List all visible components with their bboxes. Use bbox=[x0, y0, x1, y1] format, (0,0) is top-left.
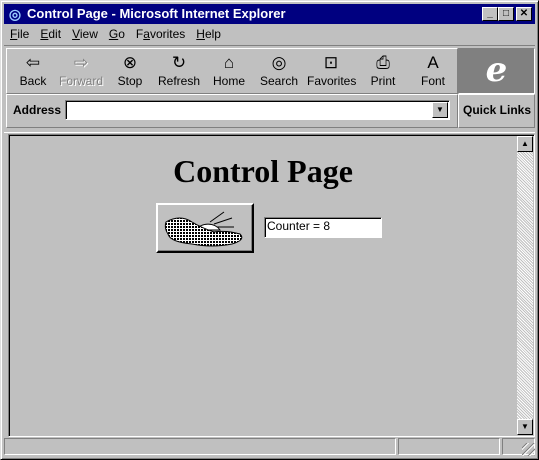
vertical-scrollbar[interactable]: ▲ ▼ bbox=[517, 136, 533, 435]
standard-toolbar: ⇦ Back ⇨ Forward ⊗ Stop ↻ Refresh ⌂ Home… bbox=[6, 48, 458, 94]
refresh-button[interactable]: ↻ Refresh bbox=[155, 49, 203, 93]
address-dropdown-button[interactable]: ▼ bbox=[432, 102, 448, 118]
stop-icon: ⊗ bbox=[122, 53, 138, 72]
stop-button[interactable]: ⊗ Stop bbox=[106, 49, 154, 93]
refresh-icon: ↻ bbox=[171, 53, 187, 72]
counter-field[interactable]: Counter = 8 bbox=[264, 217, 382, 238]
address-input[interactable] bbox=[65, 100, 450, 120]
content-area: Control Page Counter = 8 ▲ ▼ bbox=[8, 134, 535, 437]
favorites-button[interactable]: ⊡ Favorites bbox=[307, 49, 356, 93]
scroll-down-button[interactable]: ▼ bbox=[517, 419, 533, 435]
home-button[interactable]: ⌂ Home bbox=[205, 49, 253, 93]
status-bar bbox=[4, 438, 535, 456]
back-button[interactable]: ⇦ Back bbox=[9, 49, 57, 93]
menu-view[interactable]: View bbox=[66, 25, 103, 41]
ie-logo-icon: e bbox=[485, 50, 508, 90]
ie-app-icon[interactable]: ◎ bbox=[7, 6, 23, 22]
address-label: Address bbox=[13, 103, 62, 117]
menu-help[interactable]: Help bbox=[190, 25, 226, 41]
address-bar: Address ▼ bbox=[6, 94, 458, 128]
forward-arrow-icon: ⇨ bbox=[73, 53, 89, 72]
menu-bar: File Edit View Go Favorites Help bbox=[4, 25, 535, 44]
toolbar-area: ⇦ Back ⇨ Forward ⊗ Stop ↻ Refresh ⌂ Home… bbox=[4, 45, 535, 133]
browser-window: ◎ Control Page - Microsoft Internet Expl… bbox=[0, 0, 539, 460]
font-button[interactable]: A Font bbox=[409, 49, 457, 93]
menu-favorites[interactable]: Favorites bbox=[130, 25, 190, 41]
forward-button[interactable]: ⇨ Forward bbox=[57, 49, 105, 93]
font-size-icon: A bbox=[427, 53, 439, 72]
ie-throbber: e bbox=[458, 48, 535, 94]
menu-file[interactable]: File bbox=[4, 25, 34, 41]
window-title: Control Page - Microsoft Internet Explor… bbox=[27, 6, 286, 21]
close-button[interactable]: ✕ bbox=[516, 7, 532, 21]
search-icon: ◎ bbox=[271, 53, 287, 72]
back-arrow-icon: ⇦ bbox=[25, 53, 41, 72]
web-page: Control Page Counter = 8 bbox=[11, 137, 515, 434]
quick-links-bar[interactable]: Quick Links bbox=[458, 94, 535, 128]
search-button[interactable]: ◎ Search bbox=[255, 49, 303, 93]
status-text-panel bbox=[4, 438, 396, 455]
scroll-up-button[interactable]: ▲ bbox=[517, 136, 533, 152]
title-bar[interactable]: ◎ Control Page - Microsoft Internet Expl… bbox=[4, 4, 535, 24]
status-zone-panel bbox=[398, 438, 500, 455]
quick-links-label: Quick Links bbox=[463, 103, 532, 117]
landscape-sun-icon bbox=[164, 211, 243, 247]
maximize-button[interactable]: □ bbox=[498, 7, 514, 21]
printer-icon: ⎙ bbox=[376, 53, 390, 72]
home-icon: ⌂ bbox=[223, 53, 235, 72]
menu-go[interactable]: Go bbox=[103, 25, 130, 41]
image-button[interactable] bbox=[156, 203, 254, 253]
print-button[interactable]: ⎙ Print bbox=[359, 49, 407, 93]
resize-grip[interactable] bbox=[522, 443, 535, 456]
menu-edit[interactable]: Edit bbox=[34, 25, 66, 41]
minimize-button[interactable]: _ bbox=[482, 7, 498, 21]
page-title: Control Page bbox=[173, 153, 353, 189]
favorites-folder-icon: ⊡ bbox=[323, 53, 339, 72]
